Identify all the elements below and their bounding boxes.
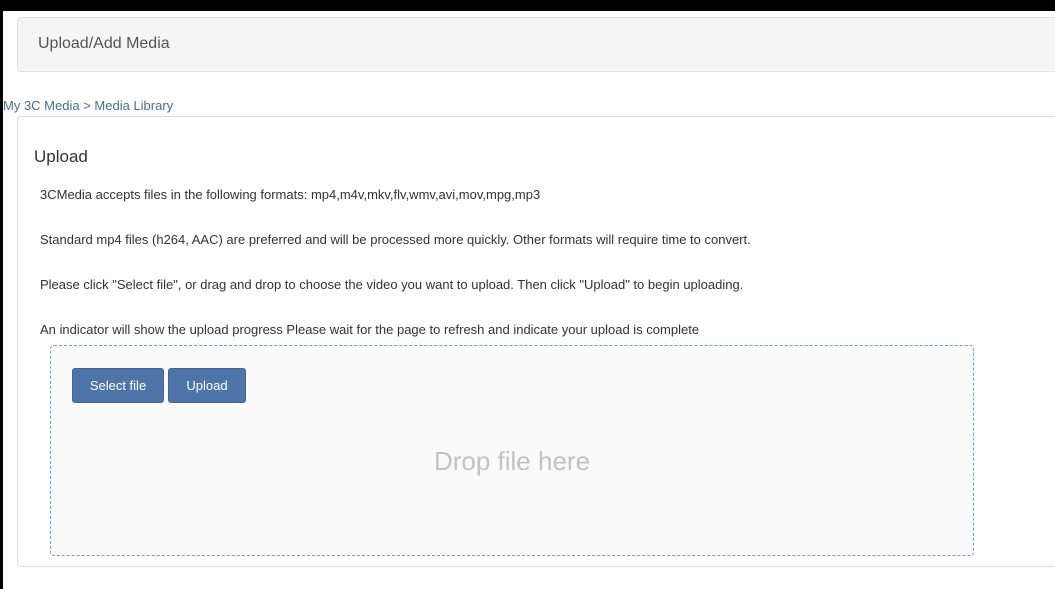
breadcrumb-separator: > [83, 98, 91, 113]
preferred-format-text: Standard mp4 files (h264, AAC) are prefe… [40, 232, 751, 247]
upload-progress-note: An indicator will show the upload progre… [40, 322, 700, 337]
upload-button[interactable]: Upload [168, 368, 246, 403]
breadcrumb-link-my-3c-media[interactable]: My 3C Media [3, 98, 80, 113]
upload-instructions-text: Please click "Select file", or drag and … [40, 277, 744, 292]
upload-panel-title: Upload [34, 147, 88, 166]
breadcrumb-link-media-library[interactable]: Media Library [94, 98, 173, 113]
page-frame: Upload/Add Media My 3C Media > Media Lib… [0, 0, 1055, 589]
upload-panel: Upload 3CMedia accepts files in the foll… [17, 116, 1055, 567]
accepted-formats-text: 3CMedia accepts files in the following f… [40, 187, 541, 202]
breadcrumb: My 3C Media > Media Library [3, 98, 173, 113]
page-title: Upload/Add Media [38, 35, 170, 52]
drop-file-placeholder: Drop file here [433, 446, 591, 476]
file-dropzone[interactable]: Select file Upload Drop file here [50, 345, 974, 556]
page-header: Upload/Add Media [17, 17, 1055, 72]
select-file-button[interactable]: Select file [72, 368, 164, 403]
